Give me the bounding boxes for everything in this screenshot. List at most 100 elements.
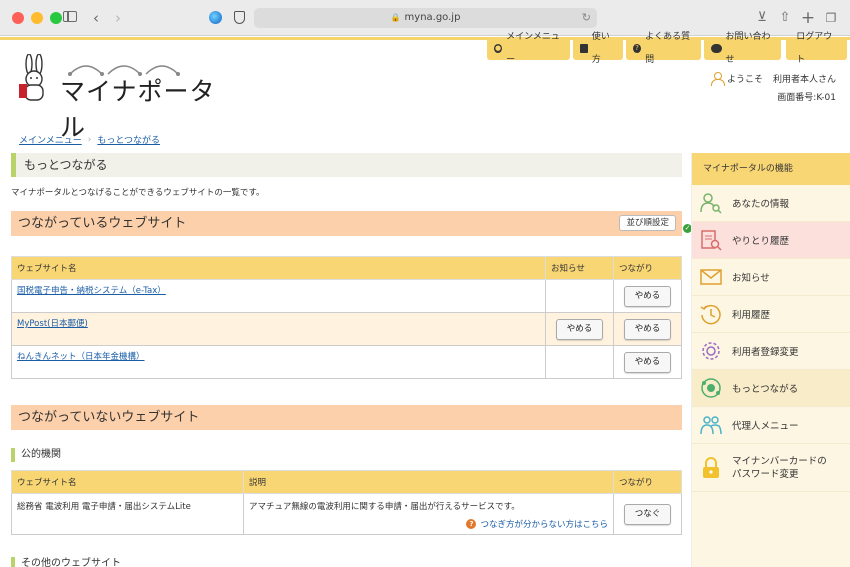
sidebar-title: マイナポータルの機能 bbox=[692, 153, 850, 185]
minimize-window-button[interactable] bbox=[31, 12, 43, 24]
people-icon bbox=[700, 416, 722, 435]
sidebar-item-label: あなたの情報 bbox=[732, 199, 790, 210]
clock-history-icon bbox=[700, 304, 721, 325]
site-name-cell: MyPost(日本郵便) bbox=[11, 312, 546, 346]
sidebar-item-label-line1: マイナンバーカードの bbox=[732, 455, 827, 467]
disconnect-button[interactable]: やめる bbox=[623, 285, 672, 307]
gear-icon bbox=[702, 342, 720, 360]
nav-label: メインメニュー bbox=[506, 31, 560, 65]
connect-icon bbox=[701, 378, 721, 398]
question-icon: ? bbox=[632, 44, 642, 53]
breadcrumb: メインメニュー › もっとつながる bbox=[19, 133, 160, 147]
sidebar-item-card-password[interactable]: マイナンバーカードの パスワード変更 bbox=[692, 444, 850, 492]
connect-button[interactable]: つなぐ bbox=[623, 503, 672, 525]
user-name: 利用者本人さん bbox=[772, 75, 836, 85]
forward-icon[interactable]: › bbox=[108, 8, 128, 28]
main-content: もっとつながる マイナポータルとつなげることができるウェブサイトの一覧です。 つ… bbox=[11, 153, 692, 567]
action-cell: やめる bbox=[613, 279, 682, 313]
column-header: つながり bbox=[613, 256, 682, 280]
site-name-cell: 総務省 電波利用 電子申請・届出システムLite bbox=[11, 493, 244, 535]
nav-label: お問い合わせ bbox=[725, 31, 771, 65]
sidebar-toggle-icon[interactable] bbox=[63, 11, 77, 22]
stop-notice-button[interactable]: やめる bbox=[555, 318, 604, 340]
action-cell: やめる bbox=[613, 345, 682, 379]
column-header: お知らせ bbox=[545, 256, 614, 280]
table-row: 総務省 電波利用 電子申請・届出システムLite アマチュア無線の電波利用に関す… bbox=[11, 493, 682, 535]
sidebar-item-more-connect[interactable]: もっとつながる bbox=[692, 370, 850, 407]
mascot-icon bbox=[19, 54, 44, 101]
sidebar-item-label: お知らせ bbox=[732, 273, 770, 284]
column-header: つながり bbox=[613, 470, 682, 494]
sidebar-item-user-registration[interactable]: 利用者登録変更 bbox=[692, 333, 850, 370]
help-link[interactable]: ? つなぎ方が分からない方はこちら bbox=[249, 518, 608, 530]
breadcrumb-home-link[interactable]: メインメニュー bbox=[19, 133, 82, 146]
connected-sites-table: ウェブサイト名 お知らせ つながり 国税電子申告・納税システム（e-Tax） や… bbox=[11, 256, 682, 379]
lock-icon: 🔒 bbox=[390, 13, 401, 22]
public-institutions-label: 公的機関 bbox=[11, 448, 682, 462]
unconnected-sites-table: ウェブサイト名 説明 つながり 総務省 電波利用 電子申請・届出システムLite… bbox=[11, 470, 682, 535]
nav-label: よくある質問 bbox=[645, 31, 691, 65]
user-icon bbox=[710, 72, 725, 86]
sidebar-item-notices[interactable]: お知らせ bbox=[692, 259, 850, 296]
sidebar-item-label: 利用者登録変更 bbox=[732, 347, 799, 358]
column-header: ウェブサイト名 bbox=[11, 470, 244, 494]
page: マイナポータル ● メインメニュー 使い方 ? よくある質問 お問い合わせ ログアウ… bbox=[0, 32, 850, 567]
site-link-nenkin[interactable]: ねんきんネット（日本年金機構） bbox=[17, 350, 540, 362]
table-row: 国税電子申告・納税システム（e-Tax） やめる bbox=[11, 279, 682, 313]
description-cell: アマチュア無線の電波利用に関する申請・届出が行えるサービスです。 ? つなぎ方が分… bbox=[243, 493, 614, 535]
table-header-row: ウェブサイト名 説明 つながり bbox=[11, 470, 682, 494]
disconnect-button[interactable]: やめる bbox=[623, 351, 672, 373]
zoom-window-button[interactable] bbox=[50, 12, 62, 24]
site-logo[interactable]: マイナポータル bbox=[18, 54, 228, 142]
screen-number: 画面番号:K-01 bbox=[777, 93, 836, 103]
breadcrumb-current-link[interactable]: もっとつながる bbox=[97, 133, 160, 146]
disconnect-button[interactable]: やめる bbox=[623, 318, 672, 340]
sidebar-item-label: 利用履歴 bbox=[732, 310, 771, 321]
nav-main-menu[interactable]: ● メインメニュー bbox=[487, 32, 570, 65]
sidebar-item-label: もっとつながる bbox=[732, 384, 799, 395]
column-header: 説明 bbox=[243, 470, 614, 494]
page-title: もっとつながる bbox=[11, 153, 682, 177]
nav-how-to[interactable]: 使い方 bbox=[572, 32, 623, 65]
menu-icon: ● bbox=[494, 44, 503, 53]
table-header-row: ウェブサイト名 お知らせ つながり bbox=[11, 256, 682, 280]
reload-icon[interactable]: ↻ bbox=[582, 8, 591, 28]
notice-cell: やめる bbox=[545, 312, 614, 346]
sort-order-button[interactable]: 並び順設定 bbox=[619, 215, 676, 231]
book-icon bbox=[579, 44, 588, 53]
site-link-mypost[interactable]: MyPost(日本郵便) bbox=[17, 317, 540, 329]
section-title: つながっているウェブサイト bbox=[18, 216, 187, 231]
nav-faq[interactable]: ? よくある質問 bbox=[625, 32, 701, 65]
envelope-icon bbox=[700, 269, 722, 285]
nav-contact[interactable]: お問い合わせ bbox=[703, 32, 782, 65]
chevron-right-icon: › bbox=[87, 134, 92, 145]
sidebar-item-exchange-history[interactable]: やりとり履歴 bbox=[692, 222, 850, 259]
other-websites-label: その他のウェブサイト bbox=[11, 557, 682, 567]
sidebar-item-label-line2: パスワード変更 bbox=[732, 468, 799, 480]
sidebar-item-label: マイナンバーカードの パスワード変更 bbox=[732, 455, 827, 481]
section-title: つながっていないウェブサイト bbox=[18, 410, 200, 425]
welcome-label: ようこそ bbox=[726, 75, 763, 85]
sidebar-item-proxy-menu[interactable]: 代理人メニュー bbox=[692, 407, 850, 444]
site-link-etax[interactable]: 国税電子申告・納税システム（e-Tax） bbox=[17, 284, 540, 296]
edge-icon[interactable] bbox=[209, 11, 222, 24]
share-icon[interactable]: ⇧ bbox=[775, 8, 795, 28]
back-icon[interactable]: ‹ bbox=[86, 8, 106, 28]
sidebar-item-your-info[interactable]: あなたの情報 bbox=[692, 185, 850, 222]
action-cell: つなぐ bbox=[613, 493, 682, 535]
help-link-text: つなぎ方が分からない方はこちら bbox=[480, 520, 608, 530]
page-intro: マイナポータルとつなげることができるウェブサイトの一覧です。 bbox=[11, 188, 265, 198]
logout-button[interactable]: ログアウト bbox=[786, 32, 848, 65]
table-row: MyPost(日本郵便) やめる やめる bbox=[11, 312, 682, 346]
privacy-shield-icon[interactable] bbox=[234, 11, 245, 24]
help-question-icon: ? bbox=[466, 519, 477, 529]
notice-cell bbox=[545, 345, 614, 379]
connected-sites-heading: つながっているウェブサイト 並び順設定 ✓ bbox=[11, 211, 692, 236]
close-window-button[interactable] bbox=[12, 12, 24, 24]
table-row: ねんきんネット（日本年金機構） やめる bbox=[11, 345, 682, 379]
action-cell: やめる bbox=[613, 312, 682, 346]
sidebar-item-label: やりとり履歴 bbox=[732, 236, 790, 247]
sidebar-item-usage-history[interactable]: 利用履歴 bbox=[692, 296, 850, 333]
lock-icon bbox=[703, 456, 719, 478]
chat-icon bbox=[710, 44, 722, 53]
